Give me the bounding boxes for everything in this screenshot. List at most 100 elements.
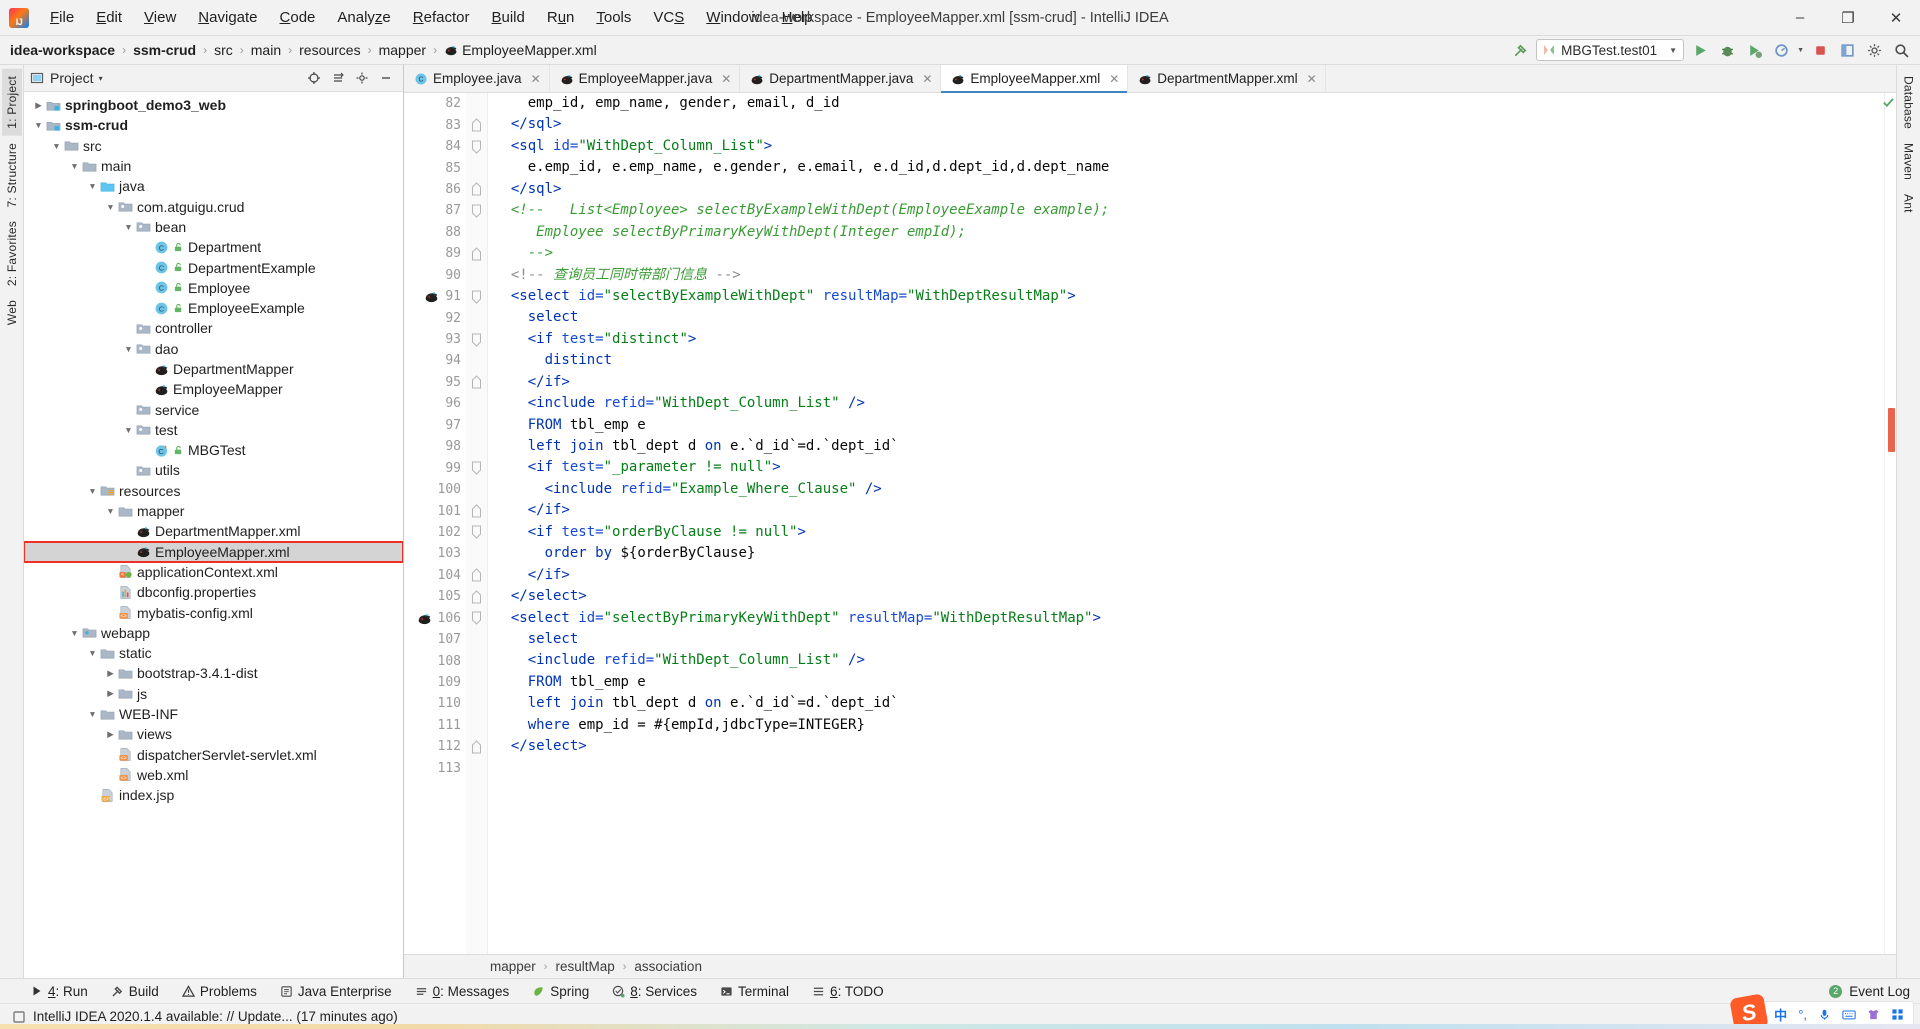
- line-number-109[interactable]: 109: [404, 672, 466, 693]
- tree-node-department[interactable]: C Department: [24, 237, 403, 257]
- tool-window-terminal[interactable]: Terminal: [717, 982, 792, 1001]
- chevron-down-icon[interactable]: ▼: [86, 709, 99, 719]
- menu-run[interactable]: Run: [536, 5, 586, 30]
- tool-window-tab-web[interactable]: Web: [2, 293, 22, 332]
- line-number-106[interactable]: 106: [404, 608, 466, 629]
- line-number-96[interactable]: 96: [404, 393, 466, 414]
- line-number-102[interactable]: 102: [404, 522, 466, 543]
- close-button[interactable]: ✕: [1872, 0, 1920, 36]
- tool-window-tab-1-project[interactable]: 1: Project: [1, 69, 22, 136]
- code-line-104[interactable]: </if>: [494, 565, 1884, 586]
- line-number-gutter[interactable]: 82 83 84 85 86 87 88 89 90 91 92 93 94 95 96 97 98 99 100 1…: [404, 93, 466, 954]
- menu-refactor[interactable]: Refactor: [402, 5, 481, 30]
- editor-breadcrumb[interactable]: mapper › resultMap › association: [404, 954, 1896, 978]
- tree-node-ssm-crud[interactable]: ▼ ssm-crud: [24, 115, 403, 135]
- menu-help[interactable]: Help: [771, 5, 824, 30]
- tree-node-utils[interactable]: utils: [24, 460, 403, 480]
- code-line-100[interactable]: <include refid="Example_Where_Clause" />: [494, 479, 1884, 500]
- code-line-97[interactable]: FROM tbl_emp e: [494, 415, 1884, 436]
- tree-node-applicationcontext-xml[interactable]: < applicationContext.xml: [24, 562, 403, 582]
- tree-node-views[interactable]: ▶ views: [24, 724, 403, 744]
- fold-marker-line-99[interactable]: [466, 457, 487, 478]
- line-number-100[interactable]: 100: [404, 479, 466, 500]
- chevron-down-icon[interactable]: ▼: [32, 120, 45, 130]
- tree-node-web-xml[interactable]: <> web.xml: [24, 765, 403, 785]
- tree-node-controller[interactable]: controller: [24, 318, 403, 338]
- code-line-105[interactable]: </select>: [494, 586, 1884, 607]
- fold-marker-line-102[interactable]: [466, 522, 487, 543]
- line-number-93[interactable]: 93: [404, 329, 466, 350]
- line-number-112[interactable]: 112: [404, 736, 466, 757]
- menu-code[interactable]: Code: [269, 5, 327, 30]
- tool-window-tab-2-favorites[interactable]: 2: Favorites: [2, 214, 22, 293]
- breadcrumb-item-mapper[interactable]: mapper: [379, 42, 426, 58]
- line-number-89[interactable]: 89: [404, 243, 466, 264]
- event-log-area[interactable]: 2 Event Log: [1829, 984, 1920, 999]
- debug-icon[interactable]: [1716, 39, 1738, 61]
- chevron-down-icon[interactable]: ▼: [122, 222, 135, 232]
- chevron-down-icon[interactable]: ▼: [86, 486, 99, 496]
- code-line-106[interactable]: <select id="selectByPrimaryKeyWithDept" …: [494, 608, 1884, 629]
- hide-panel-icon[interactable]: [379, 71, 393, 85]
- chevron-down-icon[interactable]: ▼: [50, 141, 63, 151]
- profiler-icon[interactable]: [1770, 39, 1792, 61]
- project-view-dropdown-icon[interactable]: ▾: [99, 74, 103, 83]
- keyboard-icon[interactable]: [1842, 1008, 1856, 1021]
- tree-node-mbgtest[interactable]: C MBGTest: [24, 440, 403, 460]
- code-line-95[interactable]: </if>: [494, 372, 1884, 393]
- tree-node-employeeexample[interactable]: C EmployeeExample: [24, 298, 403, 318]
- code-line-110[interactable]: left join tbl_dept d on e.`d_id`=d.`dept…: [494, 693, 1884, 714]
- code-line-113[interactable]: [494, 758, 1884, 779]
- menu-window[interactable]: Window: [695, 5, 770, 30]
- code-line-111[interactable]: where emp_id = #{empId,jdbcType=INTEGER}: [494, 715, 1884, 736]
- line-number-92[interactable]: 92: [404, 307, 466, 328]
- tree-node-resources[interactable]: ▼ resources: [24, 481, 403, 501]
- fold-marker-line-84[interactable]: [466, 136, 487, 157]
- tool-window-tab-database[interactable]: Database: [1899, 69, 1919, 136]
- tree-node-dbconfig-properties[interactable]: dbconfig.properties: [24, 582, 403, 602]
- tool-window-0-messages[interactable]: 0: Messages: [412, 982, 513, 1001]
- editor-breadcrumb-association[interactable]: association: [634, 959, 702, 974]
- code-line-101[interactable]: </if>: [494, 500, 1884, 521]
- menu-edit[interactable]: Edit: [85, 5, 133, 30]
- chevron-down-icon[interactable]: ▼: [122, 344, 135, 354]
- editor-tab-employeemapper-xml[interactable]: EmployeeMapper.xml ✕: [941, 65, 1129, 93]
- chevron-down-icon[interactable]: ▼: [68, 628, 81, 638]
- tree-node-web-inf[interactable]: ▼ WEB-INF: [24, 704, 403, 724]
- code-folding-gutter[interactable]: [466, 93, 488, 954]
- menu-view[interactable]: View: [133, 5, 187, 30]
- code-line-94[interactable]: distinct: [494, 350, 1884, 371]
- scrollbar-thumb[interactable]: [1888, 408, 1895, 452]
- code-line-96[interactable]: <include refid="WithDept_Column_List" />: [494, 393, 1884, 414]
- line-number-94[interactable]: 94: [404, 350, 466, 371]
- tree-node-springboot-demo3-web[interactable]: ▶ springboot_demo3_web: [24, 95, 403, 115]
- code-line-102[interactable]: <if test="orderByClause != null">: [494, 522, 1884, 543]
- line-number-85[interactable]: 85: [404, 157, 466, 178]
- chevron-down-icon[interactable]: ▼: [104, 202, 117, 212]
- project-tree[interactable]: ▶ springboot_demo3_web ▼ ssm-crud ▼ src ▼ main ▼…: [24, 92, 403, 978]
- chevron-down-icon[interactable]: ▼: [104, 506, 117, 516]
- close-icon[interactable]: ✕: [531, 72, 541, 86]
- chevron-down-icon[interactable]: ▼: [68, 161, 81, 171]
- tree-node-mapper[interactable]: ▼ mapper: [24, 501, 403, 521]
- tree-node-src[interactable]: ▼ src: [24, 136, 403, 156]
- fold-marker-line-91[interactable]: [466, 286, 487, 307]
- line-number-91[interactable]: 91: [404, 286, 466, 307]
- run-configuration-selector[interactable]: MBGTest.test01 ▼: [1536, 39, 1685, 61]
- tool-window-tab-maven[interactable]: Maven: [1899, 136, 1919, 187]
- line-number-83[interactable]: 83: [404, 114, 466, 135]
- code-line-112[interactable]: </select>: [494, 736, 1884, 757]
- line-number-98[interactable]: 98: [404, 436, 466, 457]
- line-number-97[interactable]: 97: [404, 415, 466, 436]
- tree-node-bootstrap-3-4-1-dist[interactable]: ▶ bootstrap-3.4.1-dist: [24, 663, 403, 683]
- breadcrumb-item-idea-workspace[interactable]: idea-workspace: [10, 42, 115, 58]
- tool-window-build[interactable]: Build: [108, 982, 162, 1001]
- project-settings-icon[interactable]: [355, 71, 369, 85]
- chevron-right-icon[interactable]: ▶: [32, 100, 45, 111]
- tree-node-employeemapper-xml[interactable]: EmployeeMapper.xml: [24, 540, 403, 563]
- scroll-from-source-icon[interactable]: [307, 71, 321, 85]
- code-line-99[interactable]: <if test="_parameter != null">: [494, 457, 1884, 478]
- code-line-90[interactable]: <!-- 查询员工同时带部门信息 -->: [494, 265, 1884, 286]
- code-line-82[interactable]: emp_id, emp_name, gender, email, d_id: [494, 93, 1884, 114]
- menu-vcs[interactable]: VCS: [642, 5, 695, 30]
